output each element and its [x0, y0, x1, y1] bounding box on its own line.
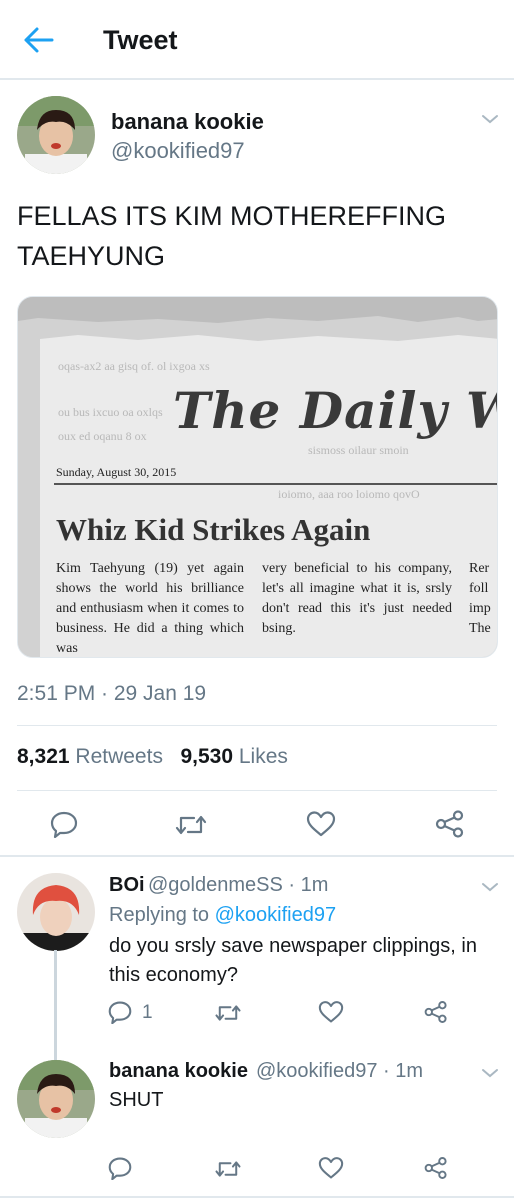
- share-button[interactable]: [424, 1000, 448, 1029]
- thread-line: [54, 950, 57, 1060]
- reply-button[interactable]: [50, 810, 78, 843]
- newspaper-column-3: Rer foll imp The: [469, 561, 491, 636]
- replying-to-label: Replying to: [109, 904, 210, 926]
- author-avatar[interactable]: [17, 96, 95, 174]
- top-bar: Tweet: [0, 0, 514, 80]
- replying-to: Replying to @kookified97: [109, 904, 336, 927]
- newspaper-headline: Whiz Kid Strikes Again: [56, 512, 371, 547]
- heart-icon: [306, 811, 336, 837]
- reply-author-handle[interactable]: @goldenmeSS: [148, 874, 283, 896]
- share-icon: [424, 1157, 447, 1179]
- arrow-left-icon: [24, 27, 54, 53]
- reply-button[interactable]: [108, 1156, 132, 1185]
- share-button[interactable]: [424, 1156, 448, 1185]
- retweet-button[interactable]: [174, 812, 208, 843]
- newspaper-date: Sunday, August 30, 2015: [56, 465, 177, 479]
- newspaper-column-1: Kim Taehyung (19) yet again shows the wo…: [56, 561, 244, 656]
- chevron-down-icon: [482, 1069, 498, 1078]
- bleed-text: ou bus ixcuo oa oxlqs: [58, 405, 163, 419]
- tweet-image[interactable]: oqas-ax2 aa gisq of. ol ixgoa xs ou bus …: [17, 296, 498, 658]
- divider: [0, 855, 514, 857]
- bleed-text: oux ed oqanu 8 ox: [58, 429, 147, 443]
- author-handle[interactable]: @kookified97: [111, 138, 245, 164]
- tweet-menu-button[interactable]: [480, 112, 500, 126]
- like-button[interactable]: [306, 810, 336, 843]
- likes-label[interactable]: Likes: [239, 745, 288, 768]
- tweet-text: FELLAS ITS KIM MOTHEREFFING TAEHYUNG: [17, 201, 447, 271]
- chevron-down-icon: [482, 883, 498, 892]
- like-button[interactable]: [318, 1156, 344, 1185]
- like-button[interactable]: [318, 1000, 344, 1029]
- retweet-icon: [215, 1005, 241, 1021]
- page-title: Tweet: [103, 25, 178, 55]
- back-button[interactable]: [22, 24, 58, 56]
- heart-icon: [318, 1001, 344, 1023]
- reply-count: 1: [142, 1002, 153, 1023]
- retweet-icon: [175, 815, 207, 835]
- reply-icon: [50, 811, 78, 839]
- reply-author-meta: @kookified97 · 1m: [256, 1060, 423, 1083]
- likes-count[interactable]: 9,530: [180, 745, 233, 768]
- reply-text: SHUT: [109, 1089, 164, 1111]
- share-icon: [435, 810, 464, 838]
- divider: [0, 1196, 514, 1198]
- retweets-label[interactable]: Retweets: [75, 745, 163, 768]
- reply-icon: [108, 1001, 132, 1025]
- retweets-count[interactable]: 8,321: [17, 745, 70, 768]
- divider: [17, 725, 497, 726]
- newspaper-column-2: very beneficial to his company, let's al…: [262, 561, 452, 636]
- reply-author-name[interactable]: banana kookie: [109, 1060, 248, 1083]
- reply-time: · 1m: [288, 874, 329, 896]
- author-name[interactable]: banana kookie: [111, 109, 264, 135]
- share-icon: [424, 1001, 447, 1023]
- reply-time: · 1m: [383, 1060, 424, 1082]
- reply-button[interactable]: [108, 1000, 132, 1029]
- newspaper-masthead: The Daily W: [173, 381, 498, 440]
- share-button[interactable]: [435, 810, 465, 843]
- replying-to-handle[interactable]: @kookified97: [215, 904, 336, 926]
- retweet-icon: [215, 1161, 241, 1177]
- heart-icon: [318, 1157, 344, 1179]
- reply-author-meta: @goldenmeSS · 1m: [148, 874, 328, 897]
- bleed-text: sismoss oilaur smoin: [308, 443, 409, 457]
- bleed-text: oqas-ax2 aa gisq of. ol ixgoa xs: [58, 359, 210, 373]
- newspaper-rule: [54, 483, 497, 485]
- divider: [17, 790, 497, 791]
- reply-avatar[interactable]: [17, 1060, 95, 1138]
- reply-text: do you srsly save newspaper clippings, i…: [109, 935, 477, 986]
- retweet-button[interactable]: [214, 1158, 242, 1185]
- reply-icon: [108, 1157, 132, 1181]
- tweet-stats: 8,321 Retweets 9,530 Likes: [17, 745, 288, 769]
- tweet-menu-button[interactable]: [480, 880, 500, 894]
- bleed-text: ioiomo, aaa roo loiomo qovO: [278, 487, 420, 501]
- chevron-down-icon: [482, 115, 498, 124]
- tweet-timestamp: 2:51 PM · 29 Jan 19: [17, 682, 207, 705]
- reply-author-handle[interactable]: @kookified97: [256, 1060, 377, 1082]
- retweet-button[interactable]: [214, 1002, 242, 1029]
- reply-author-name[interactable]: BOi: [109, 874, 145, 897]
- reply-avatar[interactable]: [17, 873, 95, 951]
- tweet-menu-button[interactable]: [480, 1066, 500, 1080]
